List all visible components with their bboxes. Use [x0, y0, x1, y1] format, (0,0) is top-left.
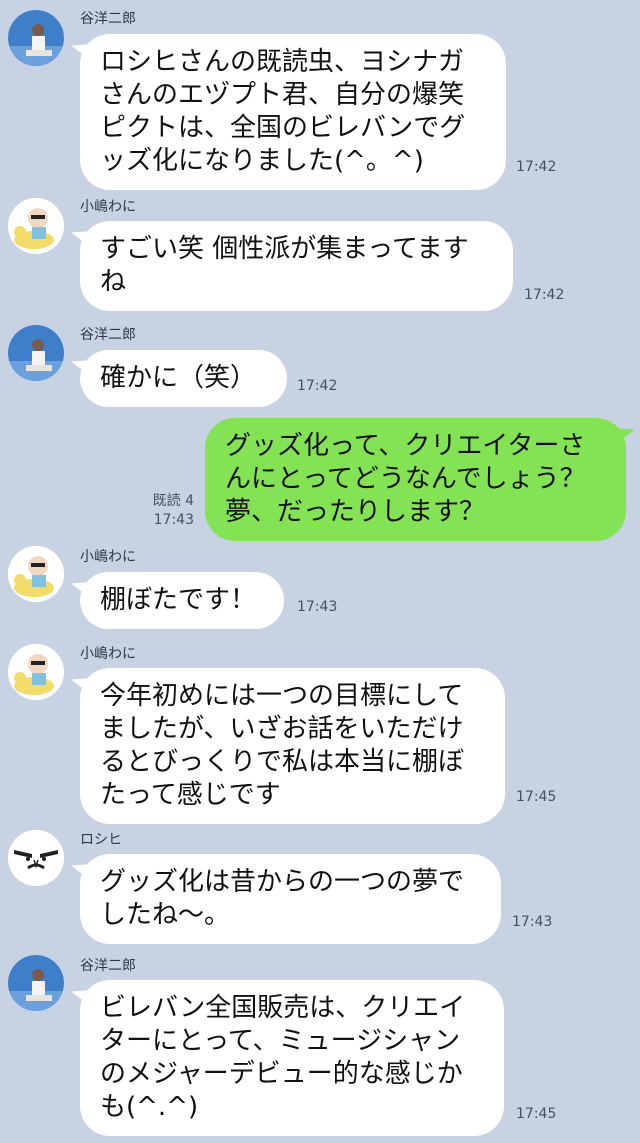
message-time: 17:43 [512, 914, 553, 930]
message-bubble[interactable]: ロシヒさんの既読虫、ヨシナガ さんのエヅプト君、自分の爆笑 ピクトは、全国のビレ… [80, 34, 506, 190]
sender-name: 小嶋わに [80, 646, 136, 662]
sender-avatar-icon[interactable] [8, 644, 64, 700]
sender-avatar-icon[interactable] [8, 955, 64, 1011]
sender-name: 小嶋わに [80, 549, 136, 565]
sender-name: 谷洋二郎 [80, 958, 136, 974]
message-time: 17:42 [516, 159, 557, 175]
sender-avatar-icon[interactable] [8, 546, 64, 602]
message-time: 17:43 [297, 599, 338, 615]
message-bubble[interactable]: グッズ化は昔からの一つの夢で したね〜。 [80, 854, 501, 944]
message-bubble[interactable]: 今年初めには一つの目標にして ましたが、いざお話をいただけ るとびっくりで私は本… [80, 668, 505, 824]
sender-avatar-icon[interactable] [8, 830, 64, 886]
message-bubble[interactable]: 棚ぼたです！ [80, 572, 284, 629]
message-bubble[interactable]: 確かに（笑） [80, 350, 287, 407]
message-bubble[interactable]: ビレバン全国販売は、クリエイ ターにとって、ミュージシャン のメジャーデビュー的… [80, 980, 504, 1136]
sender-avatar-icon[interactable] [8, 10, 64, 66]
sender-avatar-icon[interactable] [8, 325, 64, 381]
sender-avatar-icon[interactable] [8, 198, 64, 254]
read-receipt: 既読 4 17:43 [153, 492, 194, 530]
message-bubble[interactable]: グッズ化って、クリエイターさ んにとってどうなんでしょう？ 夢、だったりします？ [205, 418, 626, 541]
message-time: 17:42 [524, 287, 565, 303]
sender-name: ロシヒ [80, 832, 122, 848]
message-time: 17:45 [516, 1106, 557, 1122]
sender-name: 谷洋二郎 [80, 11, 136, 27]
sender-name: 小嶋わに [80, 199, 136, 215]
message-time: 17:45 [516, 789, 557, 805]
message-time: 17:42 [297, 378, 338, 394]
message-time: 17:43 [153, 512, 194, 528]
read-count: 既読 4 [152, 493, 194, 509]
sender-name: 谷洋二郎 [80, 327, 136, 343]
message-bubble[interactable]: すごい笑 個性派が集まってます ね [80, 221, 513, 311]
